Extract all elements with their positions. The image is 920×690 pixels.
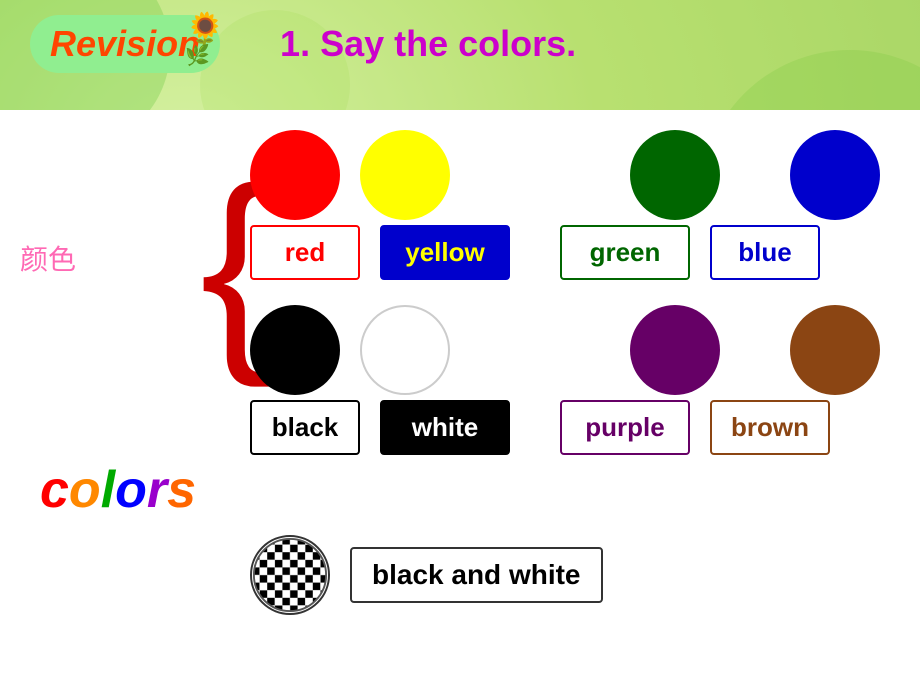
circle-green [630, 130, 720, 220]
label-blue[interactable]: blue [710, 225, 820, 280]
grid-container: red yellow green blue black white purple… [250, 130, 900, 465]
circle-yellow [360, 130, 450, 220]
bottom-circles-row [250, 305, 900, 395]
baw-label[interactable]: black and white [350, 547, 603, 603]
leaf-icon: 🌿 [185, 43, 210, 68]
letter-l: l [101, 461, 115, 519]
letter-s: s [167, 461, 196, 519]
header: Revision 🌻 🌿 1. Say the colors. [0, 15, 920, 73]
circle-brown [790, 305, 880, 395]
chinese-label: 颜色 [20, 238, 76, 278]
label-red[interactable]: red [250, 225, 360, 280]
letter-r: r [147, 461, 167, 519]
circle-black [250, 305, 340, 395]
baw-section: black and white [250, 535, 603, 615]
label-purple[interactable]: purple [560, 400, 690, 455]
circle-purple [630, 305, 720, 395]
letter-c: c [40, 461, 69, 519]
circle-blue [790, 130, 880, 220]
colors-word-container: colors 颜色 [20, 230, 76, 278]
revision-badge: Revision 🌻 🌿 [30, 15, 220, 73]
label-yellow[interactable]: yellow [380, 225, 510, 280]
circle-red [250, 130, 340, 220]
circle-white [360, 305, 450, 395]
revision-title: Revision [50, 23, 200, 65]
label-black[interactable]: black [250, 400, 360, 455]
label-brown[interactable]: brown [710, 400, 830, 455]
checkerboard-icon [250, 535, 330, 615]
letter-o1: o [69, 461, 101, 519]
label-white[interactable]: white [380, 400, 510, 455]
page-title: 1. Say the colors. [280, 23, 576, 65]
top-circles-row [250, 130, 900, 220]
bottom-labels-row: black white purple brown [250, 400, 900, 455]
label-green[interactable]: green [560, 225, 690, 280]
top-labels-row: red yellow green blue [250, 225, 900, 280]
colors-word: colors [40, 460, 196, 520]
letter-o2: o [115, 461, 147, 519]
